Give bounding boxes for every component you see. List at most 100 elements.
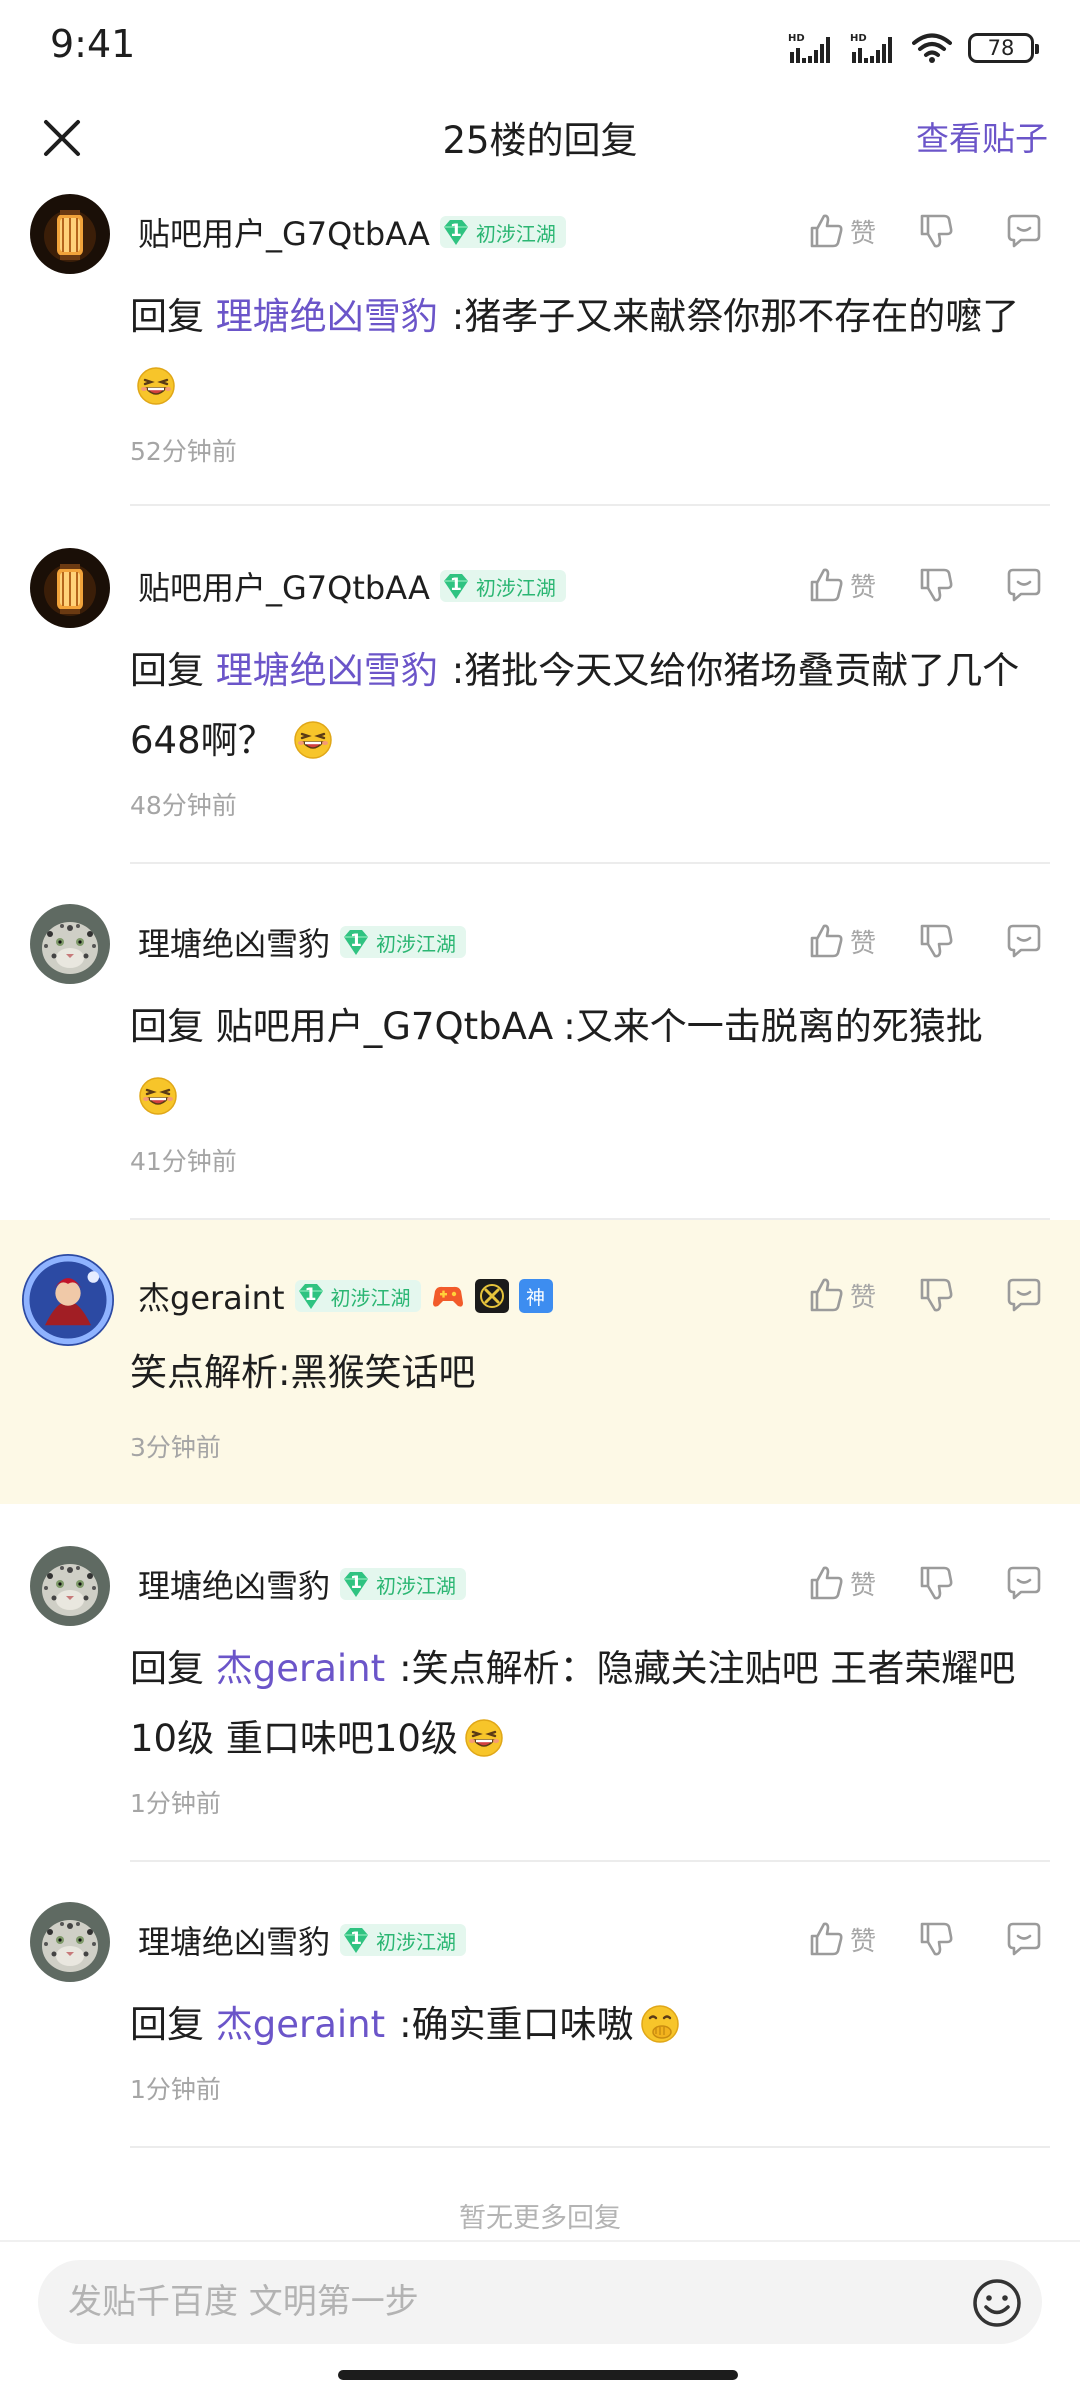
- home-indicator: [338, 2370, 738, 2380]
- reply-content: 回复 贴吧用户_G7QtbAA:又来个一击脱离的死猿批: [130, 992, 1050, 1132]
- status-time: 9:41: [50, 22, 136, 66]
- crossed-swords-icon: [474, 1279, 509, 1313]
- laugh-emoji-icon: [293, 720, 333, 760]
- reply-item-highlighted[interactable]: 杰geraint 1 初涉江湖 神 赞 笑点解析:黑猴笑话吧 3分钟前: [0, 1220, 1080, 1504]
- level-badge: 1 初涉江湖: [439, 570, 566, 602]
- comment-button[interactable]: [1004, 1275, 1044, 1315]
- level-number: 1: [350, 931, 362, 951]
- reply-item[interactable]: 贴吧用户_G7QtbAA 1 初涉江湖 赞 回复 理塘绝凶雪豹:猪孝子又来献祭你…: [0, 192, 1080, 508]
- like-button[interactable]: 赞: [806, 565, 876, 605]
- comment-icon: [1004, 1275, 1044, 1315]
- comment-button[interactable]: [1004, 565, 1044, 605]
- comment-button[interactable]: [1004, 921, 1044, 961]
- reply-time: 52分钟前: [130, 437, 237, 466]
- avatar[interactable]: [30, 904, 110, 984]
- reply-input[interactable]: [38, 2260, 1042, 2344]
- reply-item[interactable]: 理塘绝凶雪豹 1 初涉江湖 赞 回复 贴吧用户_G7QtbAA:又来个一击脱离的…: [0, 902, 1080, 1220]
- level-name: 初涉江湖: [376, 1573, 457, 1598]
- like-button[interactable]: 赞: [806, 1275, 876, 1315]
- divider: [130, 862, 1050, 864]
- like-label: 赞: [849, 572, 876, 603]
- reply-item[interactable]: 理塘绝凶雪豹 1 初涉江湖 赞 回复 杰geraint:笑点解析：隐藏关注贴吧 …: [0, 1544, 1080, 1864]
- mention-link[interactable]: 理塘绝凶雪豹: [216, 295, 438, 338]
- like-label: 赞: [849, 928, 876, 959]
- reply-prefix: 回复: [130, 1005, 204, 1048]
- dislike-button[interactable]: [916, 1919, 956, 1959]
- reply-prefix: 回复: [130, 649, 204, 692]
- svg-text:HD: HD: [788, 33, 805, 44]
- cover-mouth-emoji-icon: [640, 2004, 680, 2044]
- reply-content: 回复 杰geraint:确实重口味嗷: [130, 1990, 1050, 2060]
- comment-button[interactable]: [1004, 211, 1044, 251]
- dislike-button[interactable]: [916, 1563, 956, 1603]
- like-button[interactable]: 赞: [806, 921, 876, 961]
- mention-link[interactable]: 理塘绝凶雪豹: [216, 649, 438, 692]
- level-badge: 1 初涉江湖: [340, 926, 467, 958]
- avatar[interactable]: [30, 548, 110, 628]
- dislike-button[interactable]: [916, 565, 956, 605]
- dislike-button[interactable]: [916, 921, 956, 961]
- dislike-button[interactable]: [916, 211, 956, 251]
- like-label: 赞: [849, 1570, 876, 1601]
- user-info-row: 贴吧用户_G7QtbAA 1 初涉江湖: [138, 210, 566, 254]
- username[interactable]: 贴吧用户_G7QtbAA: [138, 563, 430, 609]
- reply-actions: 赞: [806, 1270, 1044, 1320]
- leopard-avatar-image: [30, 904, 110, 984]
- username[interactable]: 杰geraint: [138, 1273, 285, 1319]
- thumb-up-icon: [806, 1275, 846, 1315]
- avatar[interactable]: [30, 194, 110, 274]
- level-name: 初涉江湖: [376, 1929, 457, 1954]
- laugh-emoji-icon: [136, 366, 176, 406]
- level-number: 1: [304, 1285, 317, 1305]
- thumb-up-icon: [806, 211, 846, 251]
- top-nav: 25楼的回复 查看贴子: [0, 96, 1080, 192]
- comment-button[interactable]: [1004, 1919, 1044, 1959]
- username[interactable]: 理塘绝凶雪豹: [138, 919, 330, 965]
- god-badge-icon: 神: [518, 1279, 553, 1313]
- like-button[interactable]: 赞: [806, 211, 876, 251]
- thumb-up-icon: [806, 565, 846, 605]
- username[interactable]: 贴吧用户_G7QtbAA: [138, 209, 430, 255]
- emoji-icon[interactable]: [972, 2278, 1022, 2328]
- level-badge: 1 初涉江湖: [340, 1924, 467, 1956]
- username[interactable]: 理塘绝凶雪豹: [138, 1561, 330, 1607]
- mention-link[interactable]: 杰geraint: [216, 2003, 385, 2046]
- reply-prefix: 回复: [130, 2003, 204, 2046]
- avatar[interactable]: [22, 1254, 114, 1346]
- like-label: 赞: [849, 1926, 876, 1957]
- level-gem-icon: 1: [295, 1280, 327, 1312]
- no-more-replies: 暂无更多回复: [459, 2203, 621, 2234]
- level-number: 1: [449, 575, 462, 595]
- thumb-down-icon: [916, 1563, 956, 1603]
- thumb-down-icon: [916, 565, 956, 605]
- reply-actions: 赞: [806, 1914, 1044, 1964]
- dislike-button[interactable]: [916, 1275, 956, 1315]
- mention-link[interactable]: 杰geraint: [216, 1647, 385, 1690]
- like-label: 赞: [849, 218, 876, 249]
- view-post-link[interactable]: 查看贴子: [916, 112, 1048, 160]
- leopard-avatar-image: [30, 1902, 110, 1982]
- signal-icon: HD: [788, 33, 830, 63]
- level-name: 初涉江湖: [376, 931, 457, 956]
- comment-icon: [1004, 1919, 1044, 1959]
- mention-user[interactable]: 贴吧用户_G7QtbAA: [216, 1005, 553, 1048]
- comment-icon: [1004, 565, 1044, 605]
- like-button[interactable]: 赞: [806, 1919, 876, 1959]
- avatar[interactable]: [30, 1546, 110, 1626]
- reply-actions: 赞: [806, 206, 1044, 256]
- reply-content: 回复 理塘绝凶雪豹:猪批今天又给你猪场叠贡献了几个648啊？: [130, 636, 1050, 776]
- reply-item[interactable]: 贴吧用户_G7QtbAA 1 初涉江湖 赞 回复 理塘绝凶雪豹:猪批今天又给你猪…: [0, 546, 1080, 864]
- like-label: 赞: [849, 1282, 876, 1313]
- thumb-down-icon: [916, 211, 956, 251]
- username[interactable]: 理塘绝凶雪豹: [138, 1917, 330, 1963]
- wifi-icon: [912, 33, 952, 63]
- like-button[interactable]: 赞: [806, 1563, 876, 1603]
- reply-item[interactable]: 理塘绝凶雪豹 1 初涉江湖 赞 回复 杰geraint:确实重口味嗷 1分钟前: [0, 1900, 1080, 2150]
- comment-icon: [1004, 211, 1044, 251]
- reply-time: 48分钟前: [130, 791, 237, 820]
- avatar[interactable]: [30, 1902, 110, 1982]
- reply-text: :又来个一击脱离的死猿批: [563, 1005, 983, 1048]
- reply-content: 笑点解析:黑猴笑话吧: [130, 1338, 1050, 1408]
- reply-content: 回复 理塘绝凶雪豹:猪孝子又来献祭你那不存在的嚒了: [130, 282, 1050, 422]
- comment-button[interactable]: [1004, 1563, 1044, 1603]
